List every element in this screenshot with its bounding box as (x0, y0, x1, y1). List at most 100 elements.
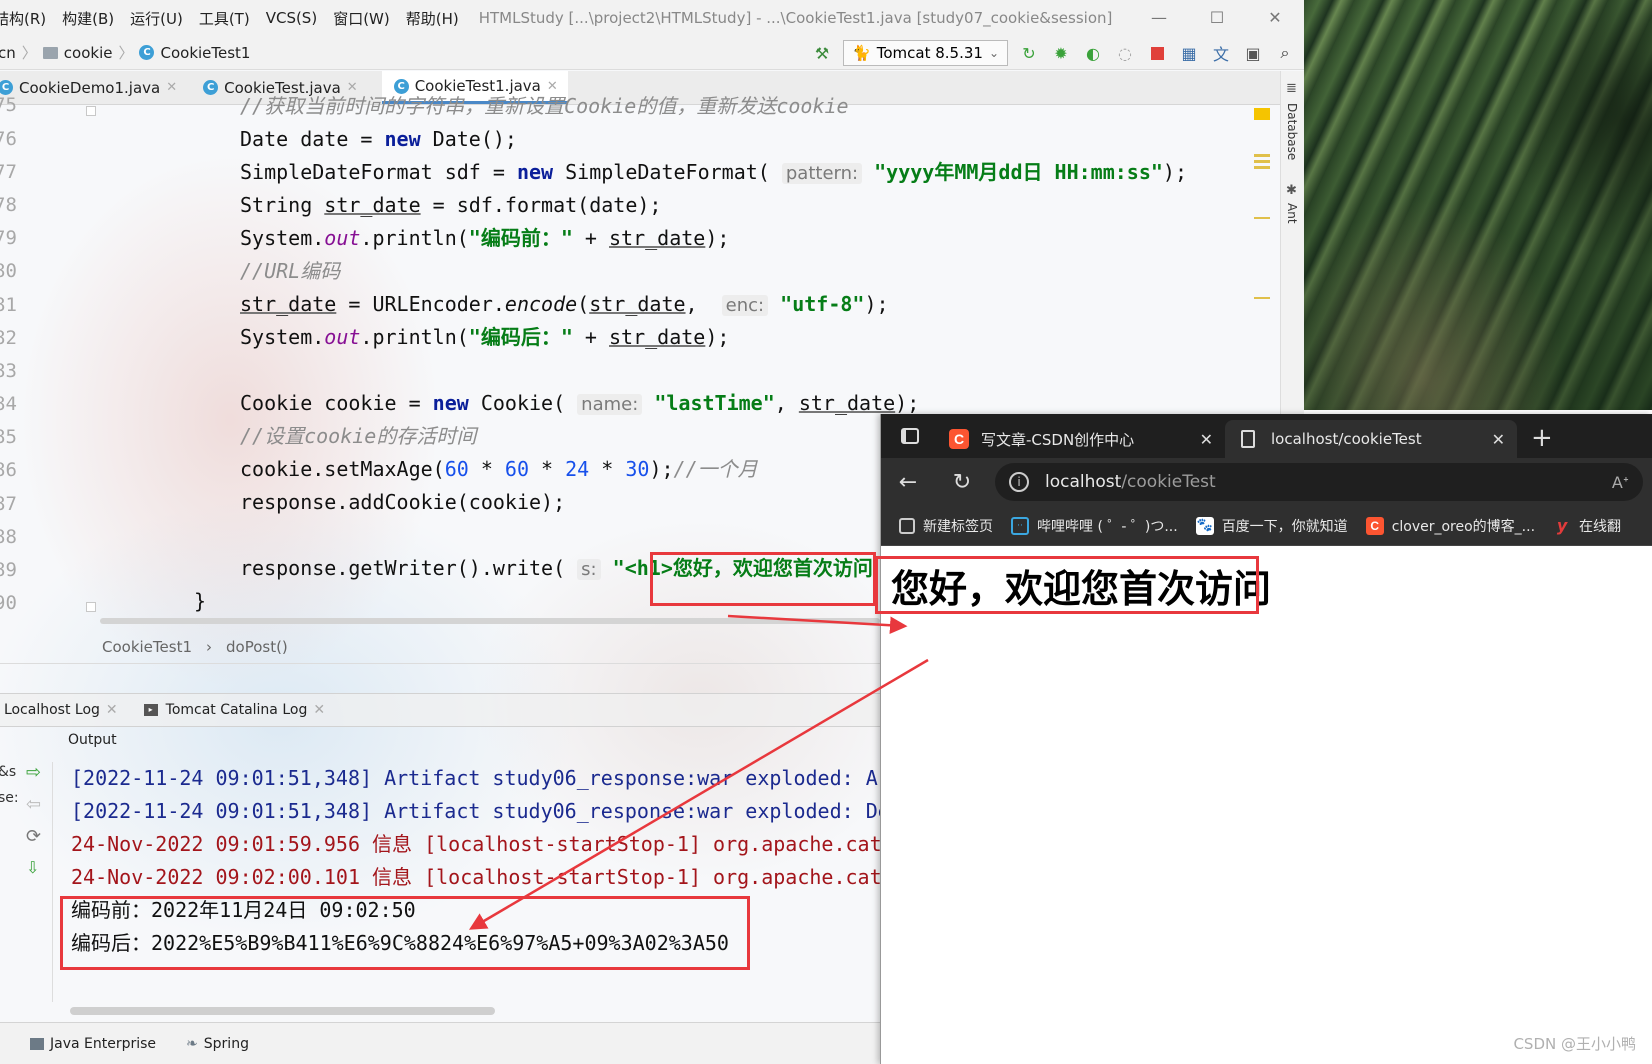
tomcat-icon: 🐈 (852, 44, 871, 62)
breadcrumb-package[interactable]: cn (0, 44, 16, 62)
tab-label: CookieDemo1.java (19, 78, 161, 97)
minimize-button[interactable]: — (1130, 0, 1188, 36)
debug-bug-icon[interactable]: ✹ (1050, 42, 1072, 64)
translate-icon[interactable]: 文 (1210, 42, 1232, 64)
tab-actions-button[interactable] (881, 414, 939, 458)
warning-marker-icon[interactable] (1254, 108, 1270, 120)
search-icon[interactable]: ⌕ (1274, 42, 1296, 64)
reload-icon[interactable]: ↻ (935, 470, 989, 495)
coverage-icon[interactable]: ◐ (1082, 42, 1104, 64)
menu-refactor[interactable]: 结构(R) (0, 8, 54, 29)
maximize-button[interactable]: ☐ (1188, 0, 1246, 36)
line-number: 79 (0, 227, 17, 249)
ant-tool-button[interactable]: Ant (1285, 203, 1299, 224)
code-text: Date(); (420, 127, 517, 151)
console-icon: ▸ (143, 704, 158, 716)
annotation-box-console (60, 896, 750, 970)
stop-icon[interactable] (1146, 42, 1168, 64)
bookmark-translate[interactable]: y 在线翻 (1553, 516, 1621, 536)
code-text: ); (705, 325, 730, 349)
download-icon[interactable]: ⇩ (26, 858, 39, 877)
new-tab-button[interactable]: + (1531, 420, 1553, 458)
close-tab-icon[interactable]: ✕ (166, 80, 177, 95)
bilibili-icon: ·· (1011, 516, 1029, 535)
error-stripe-mark[interactable] (1254, 160, 1270, 163)
breadcrumb-folder[interactable]: cookie (42, 44, 112, 62)
undeploy-arrow-icon[interactable]: ⇦ (26, 794, 41, 815)
code-line: String str_date = sdf.format(date); (240, 188, 661, 222)
rerun-icon[interactable]: ↻ (1018, 42, 1040, 64)
project-structure-icon[interactable]: ▦ (1178, 42, 1200, 64)
read-aloud-icon[interactable]: Aᐩ (1612, 473, 1629, 492)
menu-build[interactable]: 构建(B) (54, 8, 122, 29)
line-number: 85 (0, 426, 17, 448)
browser-tab-strip: C 写文章-CSDN创作中心 ✕ localhost/cookieTest ✕ … (881, 414, 1652, 458)
close-window-button[interactable]: ✕ (1246, 0, 1304, 36)
menu-run[interactable]: 运行(U) (122, 8, 191, 29)
code-text: * (529, 457, 566, 481)
console-line: 24-Nov-2022 09:01:59.956 信息 [localhost-s… (71, 832, 882, 856)
fold-marker-icon[interactable] (86, 602, 96, 612)
error-stripe-mark[interactable] (1254, 166, 1270, 169)
close-tab-icon[interactable]: ✕ (1492, 430, 1505, 449)
code-text: ); (1162, 160, 1187, 184)
run-config-select[interactable]: 🐈 Tomcat 8.5.31 ⌄ (843, 40, 1008, 66)
menu-window[interactable]: 窗口(W) (325, 8, 398, 29)
database-icon: ≣ (1286, 81, 1297, 96)
code-variable: str_date (240, 292, 337, 316)
editor-horizontal-scrollbar[interactable] (100, 618, 880, 624)
hammer-build-icon[interactable]: ⚒ (811, 42, 833, 64)
code-text: .println( (360, 325, 469, 349)
code-line: //设置cookie的存活时间 (240, 419, 476, 453)
line-number: 75 (0, 94, 17, 116)
java-enterprise-button[interactable]: Java Enterprise (30, 1036, 156, 1052)
fold-marker-icon[interactable] (86, 106, 96, 116)
bookmark-csdn-blog[interactable]: C clover_oreo的博客_... (1365, 516, 1535, 536)
code-variable: str_date (324, 193, 421, 217)
menu-help[interactable]: 帮助(H) (398, 8, 467, 29)
bookmark-baidu[interactable]: 🐾 百度一下，你就知道 (1195, 516, 1348, 536)
code-breadcrumb-method[interactable]: doPost() (226, 638, 288, 656)
status-label: Java Enterprise (50, 1035, 157, 1052)
error-stripe-mark[interactable] (1254, 297, 1270, 299)
bookmark-new-tab[interactable]: 新建标签页 (899, 516, 993, 536)
close-tab-icon[interactable]: ✕ (106, 702, 118, 718)
code-string: "yyyy年MM月dd日 HH:mm:ss" (874, 160, 1163, 184)
code-text: * (468, 457, 505, 481)
bookmark-label: 在线翻 (1579, 518, 1622, 535)
tab-cookiedemo1[interactable]: C CookieDemo1.java ✕ (0, 71, 187, 104)
watermark: CSDN @王小小鸭 (1513, 1035, 1636, 1053)
menu-vcs[interactable]: VCS(S) (258, 9, 325, 27)
error-stripe-mark[interactable] (1254, 217, 1270, 219)
breadcrumb-class[interactable]: C CookieTest1 (139, 44, 250, 62)
tab-localhost-log[interactable]: t Localhost Log ✕ (0, 702, 118, 718)
csdn-icon: C (949, 429, 969, 449)
line-number: 90 (0, 592, 17, 614)
tab-catalina-log[interactable]: ▸ Tomcat Catalina Log ✕ (143, 702, 325, 718)
line-number: 77 (0, 161, 17, 183)
database-tool-button[interactable]: Database (1285, 103, 1299, 160)
browser-tab-localhost[interactable]: localhost/cookieTest ✕ (1225, 420, 1517, 458)
truncated-label: &s (0, 764, 17, 780)
profiler-icon[interactable]: ◌ (1114, 42, 1136, 64)
code-line: System.out.println("编码前：" + str_date); (240, 221, 729, 255)
code-text: Cookie cookie = (240, 391, 433, 415)
close-tab-icon[interactable]: ✕ (1200, 430, 1213, 449)
browser-tab-csdn[interactable]: C 写文章-CSDN创作中心 ✕ (939, 420, 1225, 458)
presentation-icon[interactable]: ▣ (1242, 42, 1264, 64)
spring-button[interactable]: ❧ Spring (186, 1036, 249, 1052)
menu-tools[interactable]: 工具(T) (191, 8, 258, 29)
info-icon[interactable]: i (1009, 472, 1029, 492)
close-tab-icon[interactable]: ✕ (313, 702, 325, 718)
bookmark-bilibili[interactable]: ·· 哔哩哔哩 ( ゜- ゜)つ... (1011, 516, 1178, 536)
console-horizontal-scrollbar[interactable] (70, 1007, 495, 1015)
deploy-arrow-icon[interactable]: ⇨ (26, 762, 41, 783)
address-bar[interactable]: i localhost/cookieTest Aᐩ (995, 463, 1643, 501)
error-stripe-mark[interactable] (1254, 154, 1270, 157)
refresh-icon[interactable]: ⟳ (26, 826, 41, 847)
code-breadcrumb-class[interactable]: CookieTest1 (102, 638, 192, 656)
back-arrow-icon[interactable]: ← (881, 470, 935, 495)
code-line: Date date = new Date(); (240, 122, 517, 156)
code-field: out (324, 325, 361, 349)
url-path: /cookieTest (1121, 472, 1216, 492)
